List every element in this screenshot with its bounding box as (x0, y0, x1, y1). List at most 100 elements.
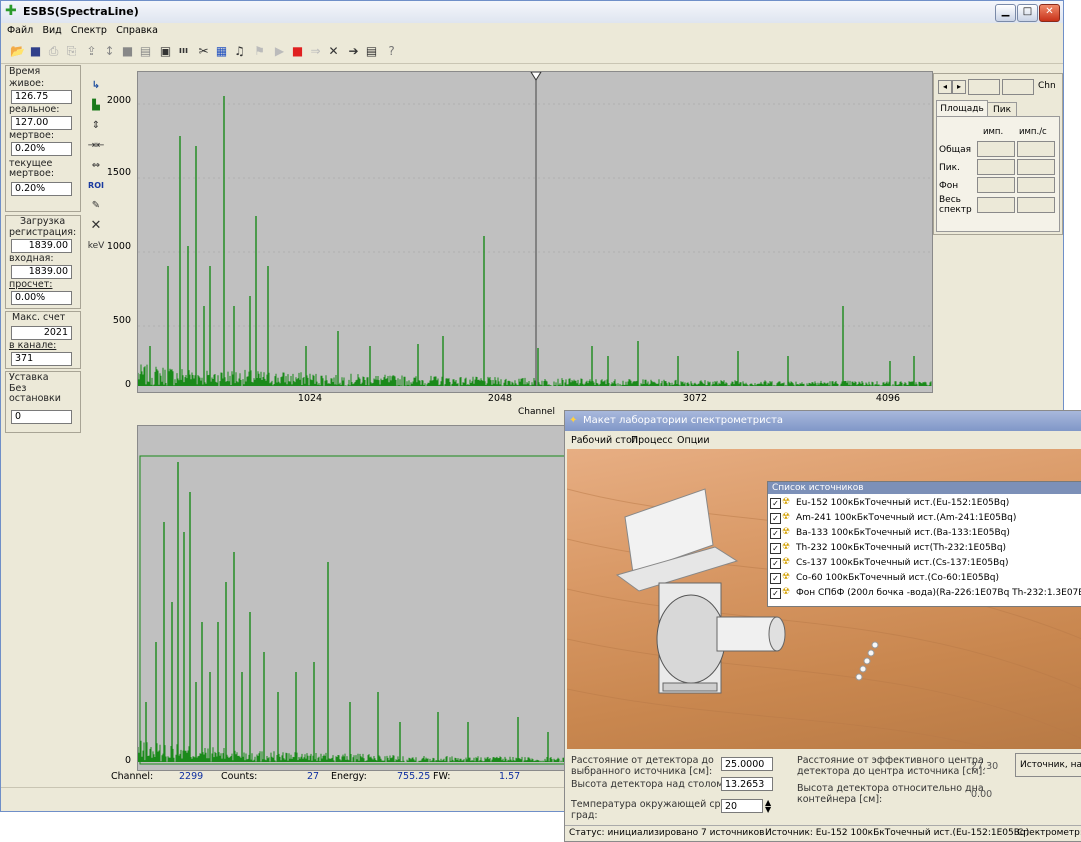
expand-vertical-icon[interactable]: ⇕ (87, 117, 105, 135)
tab-area-content: имп. имп./с Общая Пик. Фон Весь спектр (936, 116, 1060, 232)
menu-file[interactable]: Файл (7, 25, 33, 36)
source-row[interactable]: ✓ ☢ Co-60 100кБкТочечный ист.(Co-60:1E05Bq… (770, 571, 999, 585)
row-all-line1: Весь (939, 195, 961, 205)
registration-label: регистрация: (9, 227, 77, 238)
calibration-icon[interactable]: ▦ (213, 43, 230, 60)
upper-spectrum-background (138, 364, 932, 386)
lab-menu-options[interactable]: Опции (677, 435, 710, 446)
xtick-4096: 4096 (875, 393, 901, 404)
row-total-label: Общая (939, 145, 972, 155)
next-chan-button[interactable]: ▸ (952, 80, 966, 94)
container-label-line1: Высота детектора относительно дна (797, 783, 984, 794)
corner-axis-icon[interactable]: ↳ (87, 77, 105, 95)
source-checkbox[interactable]: ✓ (770, 498, 781, 509)
chan-field-1[interactable] (968, 79, 1000, 95)
tools-icon[interactable]: ✂ (195, 43, 212, 60)
chan-field-2[interactable] (1002, 79, 1034, 95)
maximize-button[interactable]: □ (1017, 4, 1038, 22)
total-imp-cell (977, 141, 1015, 157)
cursor-marker-icon[interactable] (530, 72, 542, 81)
save-icon[interactable]: ■ (27, 43, 44, 60)
lab-3d-scene[interactable]: Список источников ✓ ☢ Eu-152 100кБкТочечны… (567, 449, 1081, 749)
play-icon[interactable]: ▶ (271, 43, 288, 60)
bg-imps-cell (1017, 177, 1055, 193)
pencil-icon[interactable]: ✎ (87, 197, 105, 215)
lab-status-bar: Статус: инициализировано 7 источников Ис… (565, 825, 1081, 842)
menu-spectrum[interactable]: Спектр (71, 25, 107, 36)
upper-spectrum-plot[interactable] (137, 71, 933, 393)
title-bar[interactable]: ✚ ESBS(SpectraLine) ▁ □ ✕ (1, 1, 1063, 24)
lab-menu-desktop[interactable]: Рабочий стол (571, 435, 638, 446)
tab-area[interactable]: Площадь (936, 100, 988, 117)
source-checkbox[interactable]: ✓ (770, 558, 781, 569)
step-icon[interactable]: ⇒ (307, 43, 324, 60)
col-imp-label: имп. (983, 127, 1004, 137)
sources-list: Список источников ✓ ☢ Eu-152 100кБкТочечны… (767, 481, 1081, 607)
source-row[interactable]: ✓ ☢ Am-241 100кБкТочечный ист.(Am-241:1E05… (770, 511, 1016, 525)
height-input[interactable]: 13.2653 (721, 777, 773, 791)
laptop (615, 488, 739, 592)
clear-markers-icon[interactable]: ✕ (87, 217, 105, 235)
preset-value[interactable]: 0 (11, 410, 72, 424)
source-row[interactable]: ✓ ☢ Th-232 100кБкТочечный ист(Th-232:1E05B… (770, 541, 1006, 555)
stop-icon[interactable]: ■ (289, 43, 306, 60)
detector-icon[interactable]: ▣ (157, 43, 174, 60)
close-button[interactable]: ✕ (1039, 4, 1060, 22)
temperature-spinner-icon[interactable]: ▲ ▼ (765, 799, 771, 814)
source-checkbox[interactable]: ✓ (770, 588, 781, 599)
minimize-button[interactable]: ▁ (995, 4, 1016, 22)
block-icon[interactable]: ■ (119, 43, 136, 60)
ytick-1000: 1000 (106, 241, 131, 252)
menu-help[interactable]: Справка (116, 25, 158, 36)
import-icon[interactable]: ⇪ (83, 43, 100, 60)
flag-icon[interactable]: ⚑ (251, 43, 268, 60)
radiation-icon: ☢ (782, 587, 791, 597)
source-direction-button[interactable]: Источник, напр (1015, 753, 1081, 777)
export-icon[interactable]: ⎘ (63, 43, 80, 60)
all-imps-cell (1017, 197, 1055, 213)
source-row[interactable]: ✓ ☢ Фон СПбФ (200л бочка -вода)(Ra-226:1E0… (770, 586, 1081, 600)
input-value: 1839.00 (11, 265, 72, 279)
open-icon[interactable]: 📂 (9, 43, 26, 60)
tab-peak[interactable]: Пик (987, 102, 1017, 117)
memory-icon[interactable]: ▤ (137, 43, 154, 60)
current-dead-label-2: мертвое: (9, 168, 55, 179)
bell-icon[interactable]: ♫ (231, 43, 248, 60)
temp-label-line2: град: (571, 810, 598, 821)
lower-spectrum-plot[interactable] (137, 425, 571, 771)
fw-value: 1.57 (499, 771, 521, 782)
menu-view[interactable]: Вид (42, 25, 61, 36)
refresh-icon[interactable]: ↕ (101, 43, 118, 60)
help-icon[interactable]: ? (383, 43, 400, 60)
roi-icon[interactable]: ııı (175, 43, 192, 60)
lab-menu-process[interactable]: Процесс (631, 435, 673, 446)
source-checkbox[interactable]: ✓ (770, 543, 781, 554)
source-label: Ba-133 100кБкТочечный ист.(Ba-133:1E05Bq… (796, 528, 1010, 538)
lower-ytick-0: 0 (124, 755, 131, 766)
dead-time-value: 0.20% (11, 142, 72, 156)
in-channel-value: 371 (11, 352, 72, 366)
source-checkbox[interactable]: ✓ (770, 528, 781, 539)
distance-input[interactable]: 25.0000 (721, 757, 773, 771)
temperature-input[interactable]: 20 (721, 799, 763, 813)
radiation-icon: ☢ (782, 497, 791, 507)
source-row[interactable]: ✓ ☢ Cs-137 100кБкТочечный ист.(Cs-137:1E05… (770, 556, 1008, 570)
save-as-icon[interactable]: ⎙ (45, 43, 62, 60)
energy-value: 755.25 (397, 771, 431, 782)
ytick-2000: 2000 (106, 95, 131, 106)
app-icon: ✚ (5, 3, 17, 19)
roi-mode-icon[interactable]: ROI (87, 177, 105, 195)
forward-icon[interactable]: ➔ (345, 43, 362, 60)
source-checkbox[interactable]: ✓ (770, 513, 781, 524)
source-label: Фон СПбФ (200л бочка -вода)(Ra-226:1E07B… (796, 588, 1081, 598)
source-checkbox[interactable]: ✓ (770, 573, 781, 584)
report-icon[interactable]: ▤ (363, 43, 380, 60)
lab-app-icon: ✦ (569, 415, 578, 426)
compress-horizontal-icon[interactable]: ⇥⇤ (87, 137, 105, 155)
clear-icon[interactable]: ✕ (325, 43, 342, 60)
lab-title-bar[interactable]: ✦ Макет лаборатории спектрометриста (565, 411, 1081, 431)
source-row[interactable]: ✓ ☢ Eu-152 100кБкТочечный ист.(Eu-152:1E05… (770, 496, 1009, 510)
prev-chan-button[interactable]: ◂ (938, 80, 952, 94)
source-row[interactable]: ✓ ☢ Ba-133 100кБкТочечный ист.(Ba-133:1E05… (770, 526, 1010, 540)
menu-bar: Файл Вид Спектр Справка (1, 23, 1063, 40)
